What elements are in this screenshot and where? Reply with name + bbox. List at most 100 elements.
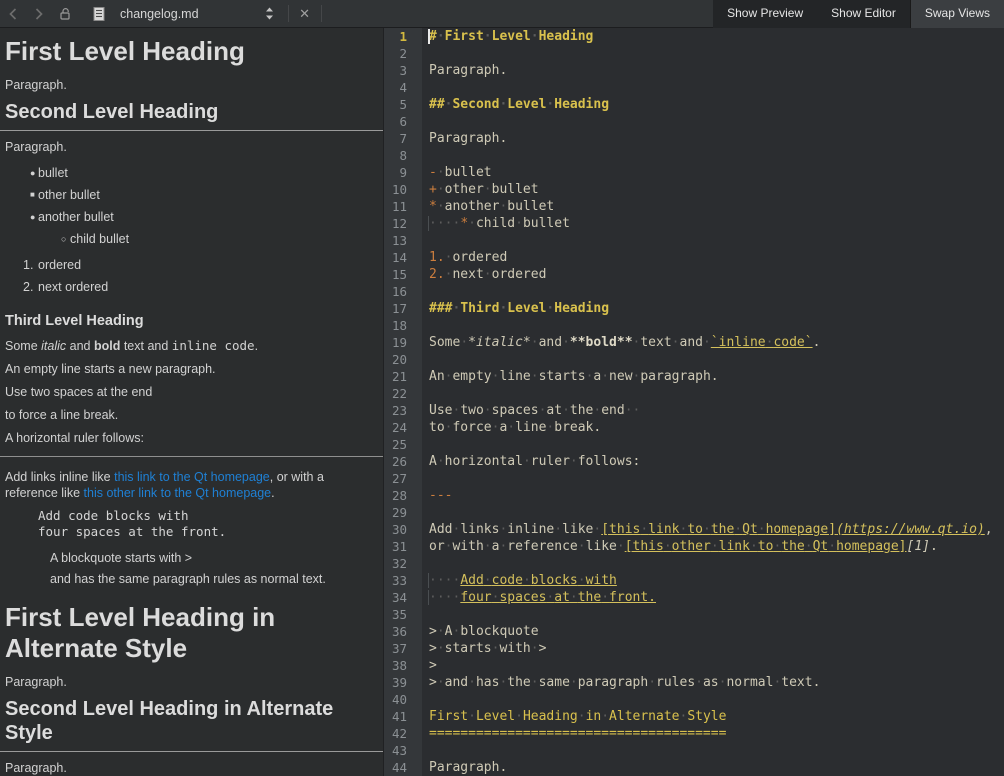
editor-line-text[interactable]	[422, 385, 1004, 402]
editor-line-text[interactable]	[422, 232, 1004, 249]
editor-line[interactable]: 12····*·child·bullet	[384, 215, 1004, 232]
editor-line-text[interactable]	[422, 113, 1004, 130]
editor-line[interactable]: 27	[384, 470, 1004, 487]
editor-line[interactable]: 34····four·spaces·at·the·front.	[384, 589, 1004, 606]
editor-line[interactable]: 2	[384, 45, 1004, 62]
editor-line[interactable]: 20	[384, 351, 1004, 368]
tab-filename[interactable]: changelog.md	[120, 7, 199, 21]
editor-line[interactable]: 33····Add·code·blocks·with	[384, 572, 1004, 589]
editor-line[interactable]: 22	[384, 385, 1004, 402]
editor-line-text[interactable]: Some·*italic*·and·**bold**·text·and·`inl…	[422, 334, 1004, 351]
editor-line[interactable]: 25	[384, 436, 1004, 453]
editor-line-text[interactable]: -·bullet	[422, 164, 1004, 181]
editor-line[interactable]: 41First·Level·Heading·in·Alternate·Style	[384, 708, 1004, 725]
editor-line-text[interactable]: ======================================	[422, 725, 1004, 742]
swap-views-button[interactable]: Swap Views	[910, 0, 1004, 28]
editor-line-text[interactable]: to·force·a·line·break.	[422, 419, 1004, 436]
editor-line-text[interactable]	[422, 45, 1004, 62]
editor-line[interactable]: 5##·Second·Level·Heading	[384, 96, 1004, 113]
editor-line[interactable]: 6	[384, 113, 1004, 130]
editor-line-text[interactable]	[422, 742, 1004, 759]
editor-line[interactable]: 3Paragraph.	[384, 62, 1004, 79]
show-editor-button[interactable]: Show Editor	[817, 0, 910, 28]
editor-line-text[interactable]: >·A·blockquote	[422, 623, 1004, 640]
editor-line[interactable]: 17###·Third·Level·Heading	[384, 300, 1004, 317]
show-preview-button[interactable]: Show Preview	[713, 0, 817, 28]
editor-line[interactable]: 19Some·*italic*·and·**bold**·text·and·`i…	[384, 334, 1004, 351]
close-icon[interactable]: ✕	[294, 6, 316, 22]
editor-line[interactable]: 23Use·two·spaces·at·the·end··	[384, 402, 1004, 419]
split-updown-icon[interactable]	[257, 0, 283, 27]
editor-line-text[interactable]	[422, 606, 1004, 623]
editor-line-text[interactable]: ····Add·code·blocks·with	[422, 572, 1004, 589]
editor-line[interactable]: 10+·other·bullet	[384, 181, 1004, 198]
editor-line[interactable]: 32	[384, 555, 1004, 572]
editor-line[interactable]: 40	[384, 691, 1004, 708]
editor-line-text[interactable]: *·another·bullet	[422, 198, 1004, 215]
editor-line-text[interactable]: ---	[422, 487, 1004, 504]
editor-line-text[interactable]	[422, 436, 1004, 453]
editor-line[interactable]: 37>·starts·with·>	[384, 640, 1004, 657]
editor-line-text[interactable]	[422, 317, 1004, 334]
editor-line-text[interactable]: or·with·a·reference·like·[this·other·lin…	[422, 538, 1004, 555]
editor-line-text[interactable]	[422, 691, 1004, 708]
markdown-preview-pane[interactable]: First Level HeadingParagraph.Second Leve…	[0, 28, 384, 776]
editor-line[interactable]: 26A·horizontal·ruler·follows:	[384, 453, 1004, 470]
editor-line-text[interactable]: 1.·ordered	[422, 249, 1004, 266]
editor-line-text[interactable]: >·starts·with·>	[422, 640, 1004, 657]
forward-icon[interactable]	[26, 0, 52, 27]
editor-line-text[interactable]: 2.·next·ordered	[422, 266, 1004, 283]
editor-line-text[interactable]: Add·links·inline·like·[this·link·to·the·…	[422, 521, 1004, 538]
editor-line-text[interactable]	[422, 470, 1004, 487]
editor-line[interactable]: 38>	[384, 657, 1004, 674]
markdown-editor-pane[interactable]: 1#·First·Level·Heading23Paragraph.45##·S…	[384, 28, 1004, 776]
editor-line-text[interactable]: ###·Third·Level·Heading	[422, 300, 1004, 317]
editor-line[interactable]: 31or·with·a·reference·like·[this·other·l…	[384, 538, 1004, 555]
editor-line[interactable]: 28---	[384, 487, 1004, 504]
editor-line-text[interactable]: Paragraph.	[422, 759, 1004, 776]
editor-line-text[interactable]	[422, 351, 1004, 368]
editor-line-text[interactable]: A·horizontal·ruler·follows:	[422, 453, 1004, 470]
editor-line[interactable]: 36>·A·blockquote	[384, 623, 1004, 640]
editor-line[interactable]: 141.·ordered	[384, 249, 1004, 266]
editor-line-text[interactable]: Paragraph.	[422, 62, 1004, 79]
editor-line[interactable]: 39>·and·has·the·same·paragraph·rules·as·…	[384, 674, 1004, 691]
editor-line[interactable]: 13	[384, 232, 1004, 249]
editor-line[interactable]: 24to·force·a·line·break.	[384, 419, 1004, 436]
editor-line[interactable]: 21An·empty·line·starts·a·new·paragraph.	[384, 368, 1004, 385]
editor-line-text[interactable]: ····*·child·bullet	[422, 215, 1004, 232]
editor-line[interactable]: 29	[384, 504, 1004, 521]
editor-line[interactable]: 4	[384, 79, 1004, 96]
editor-line-text[interactable]: #·First·Level·Heading	[422, 28, 1004, 45]
editor-line[interactable]: 9-·bullet	[384, 164, 1004, 181]
preview-link[interactable]: this link to the Qt homepage	[114, 470, 270, 484]
editor-line[interactable]: 30Add·links·inline·like·[this·link·to·th…	[384, 521, 1004, 538]
editor-line-text[interactable]: +·other·bullet	[422, 181, 1004, 198]
editor-line-text[interactable]	[422, 555, 1004, 572]
unlock-icon[interactable]	[52, 0, 78, 27]
editor-line[interactable]: 35	[384, 606, 1004, 623]
editor-line-text[interactable]: First·Level·Heading·in·Alternate·Style	[422, 708, 1004, 725]
editor-line[interactable]: 7Paragraph.	[384, 130, 1004, 147]
editor-line-text[interactable]	[422, 283, 1004, 300]
editor-line-text[interactable]	[422, 504, 1004, 521]
editor-line-text[interactable]: Paragraph.	[422, 130, 1004, 147]
editor-line-text[interactable]: >	[422, 657, 1004, 674]
editor-line-text[interactable]: ····four·spaces·at·the·front.	[422, 589, 1004, 606]
editor-line[interactable]: 44Paragraph.	[384, 759, 1004, 776]
editor-line-text[interactable]	[422, 147, 1004, 164]
editor-line[interactable]: 11*·another·bullet	[384, 198, 1004, 215]
editor-line[interactable]: 43	[384, 742, 1004, 759]
editor-line-text[interactable]: >·and·has·the·same·paragraph·rules·as·no…	[422, 674, 1004, 691]
editor-line[interactable]: 1#·First·Level·Heading	[384, 28, 1004, 45]
editor-line[interactable]: 42======================================	[384, 725, 1004, 742]
editor-line[interactable]: 8	[384, 147, 1004, 164]
editor-line-text[interactable]: ##·Second·Level·Heading	[422, 96, 1004, 113]
editor-line[interactable]: 152.·next·ordered	[384, 266, 1004, 283]
editor-line-text[interactable]: An·empty·line·starts·a·new·paragraph.	[422, 368, 1004, 385]
preview-link[interactable]: this other link to the Qt homepage	[84, 486, 272, 500]
editor-line-text[interactable]	[422, 79, 1004, 96]
editor-line[interactable]: 18	[384, 317, 1004, 334]
editor-line[interactable]: 16	[384, 283, 1004, 300]
editor-line-text[interactable]: Use·two·spaces·at·the·end··	[422, 402, 1004, 419]
